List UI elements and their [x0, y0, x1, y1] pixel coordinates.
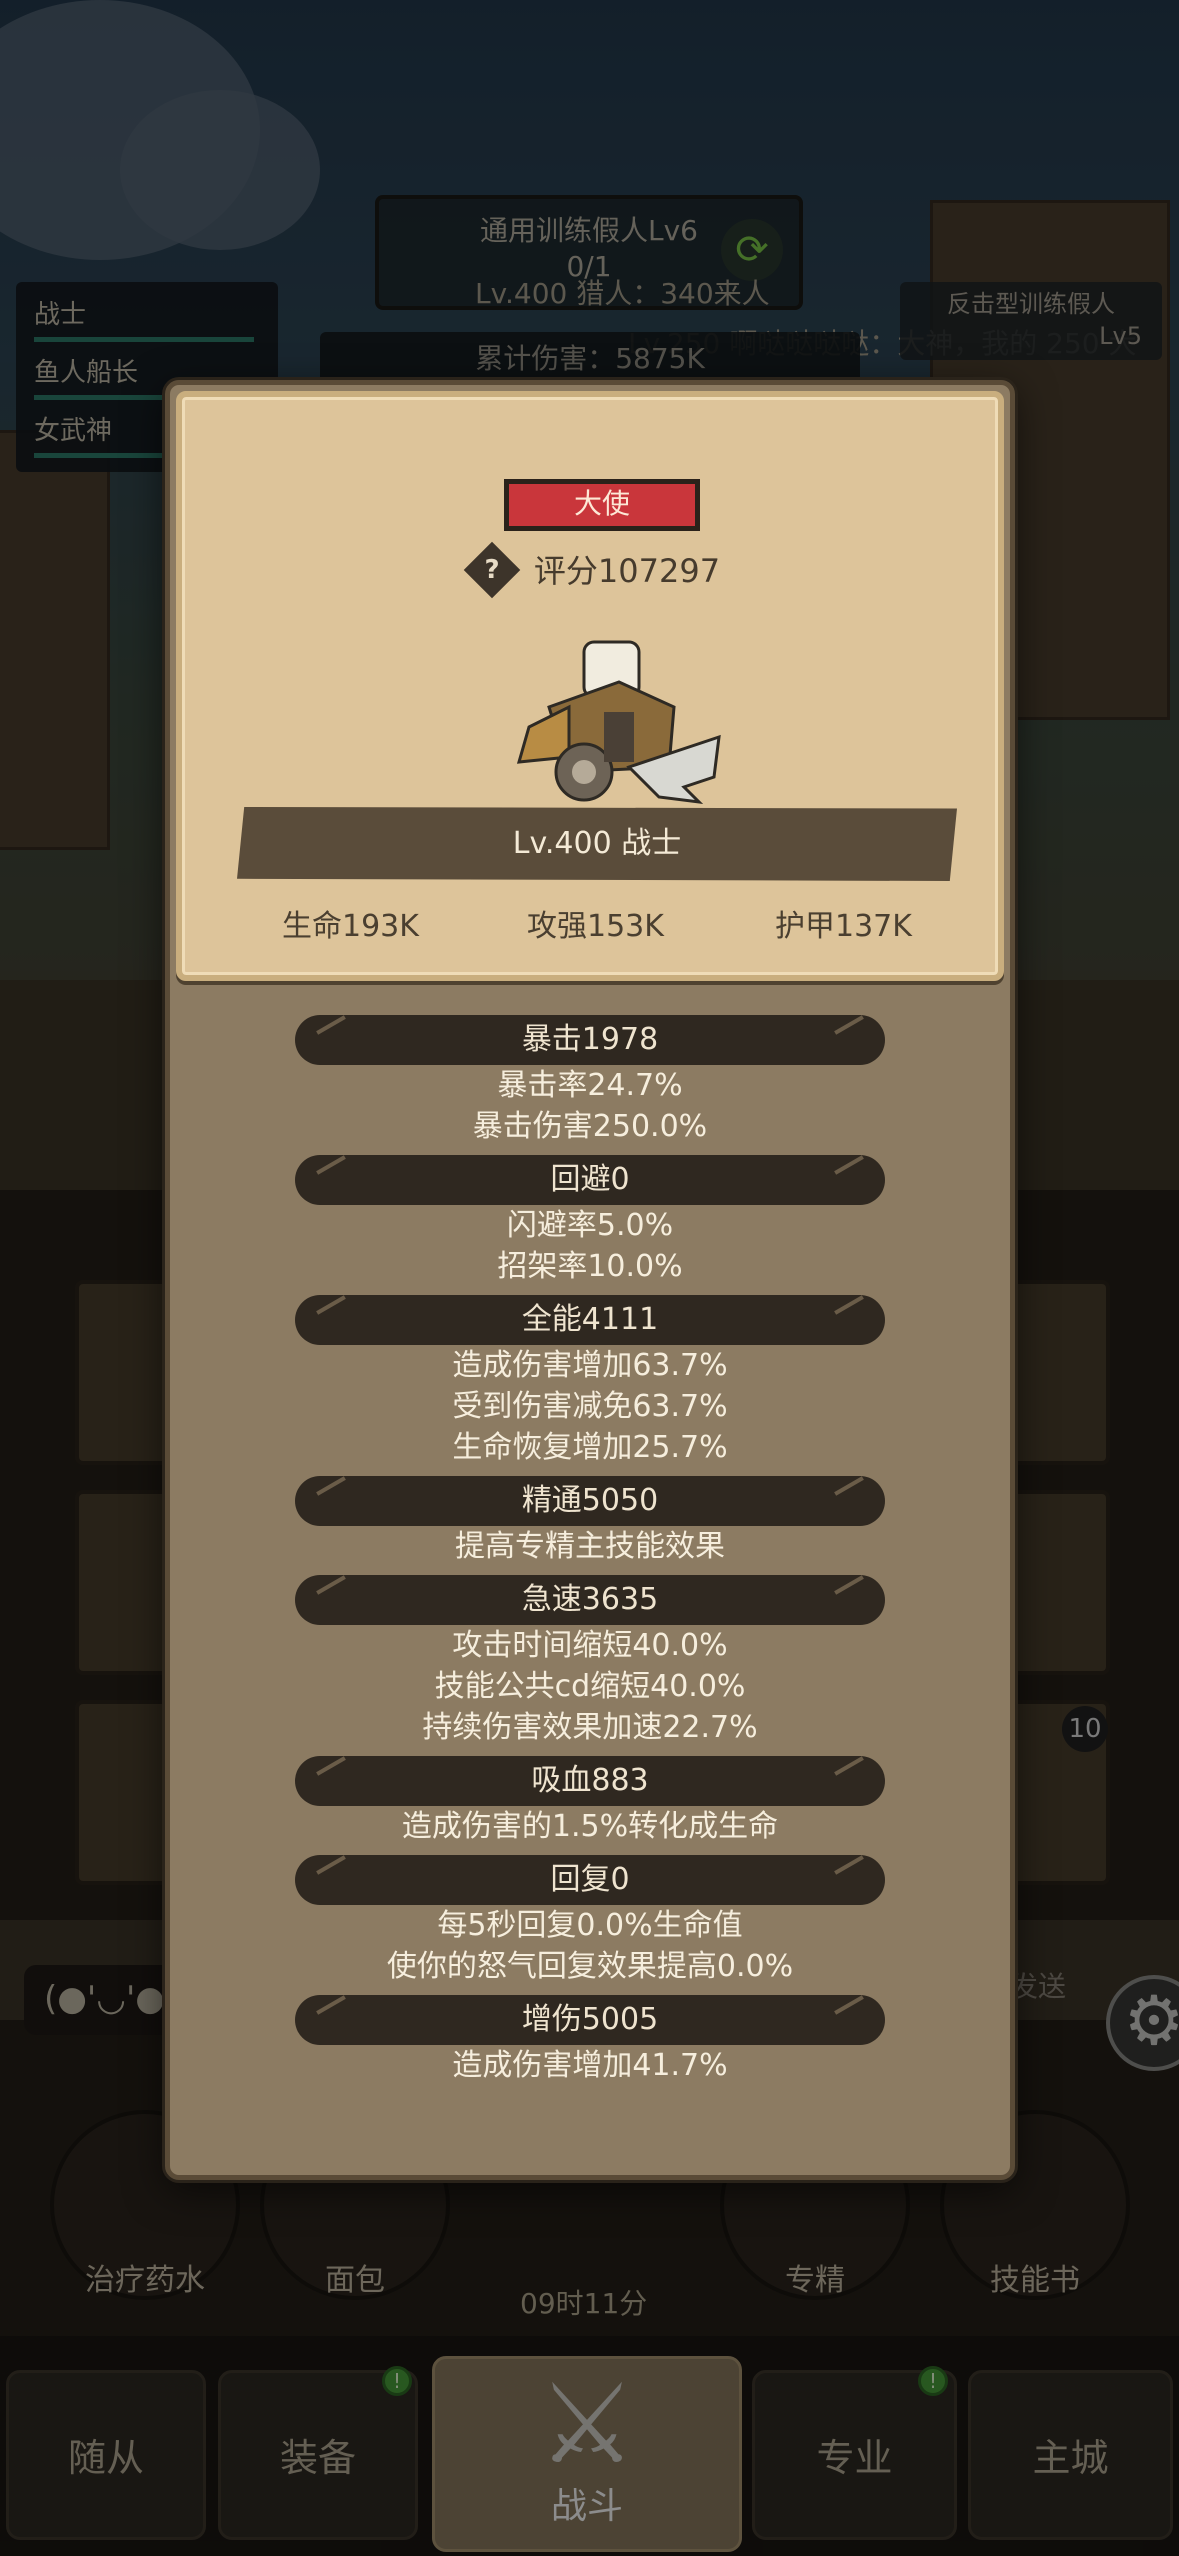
- regen-section: 回复0 每5秒回复0.0%生命值 使你的怒气回复效果提高0.0%: [170, 1855, 1010, 1987]
- haste-section: 急速3635 攻击时间缩短40.0% 技能公共cd缩短40.0% 持续伤害效果加…: [170, 1575, 1010, 1748]
- mastery-section: 精通5050 提高专精主技能效果: [170, 1476, 1010, 1567]
- hero-card: 大使 ? 评分107297 Lv.400 战士 生命193K 攻强153K 护甲1…: [176, 391, 1004, 981]
- damage-bonus-section: 增伤5005 造成伤害增加41.7%: [170, 1995, 1010, 2086]
- avoid-header: 回避0: [295, 1155, 885, 1205]
- stat-line: 使你的怒气回复效果提高0.0%: [386, 1949, 794, 1984]
- stat-line: 技能公共cd缩短40.0%: [434, 1669, 746, 1704]
- level-title: Lv.400 战士: [237, 807, 957, 881]
- stat-line: 暴击率24.7%: [497, 1068, 683, 1103]
- avoid-section: 回避0 闪避率5.0% 招架率10.0%: [170, 1155, 1010, 1287]
- haste-header: 急速3635: [295, 1575, 885, 1625]
- stat-line: 持续伤害效果加速22.7%: [422, 1710, 758, 1745]
- warrior-avatar: [516, 640, 721, 805]
- crit-section: 暴击1978 暴击率24.7% 暴击伤害250.0%: [170, 1015, 1010, 1147]
- stat-line: 提高专精主技能效果: [455, 1529, 725, 1564]
- damage-bonus-header: 增伤5005: [295, 1995, 885, 2045]
- lifesteal-header: 吸血883: [295, 1756, 885, 1806]
- stat-line: 招架率10.0%: [497, 1249, 683, 1284]
- stat-line: 攻击时间缩短40.0%: [452, 1628, 728, 1663]
- stat-line: 闪避率5.0%: [506, 1208, 674, 1243]
- stat-line: 造成伤害增加63.7%: [452, 1348, 728, 1383]
- score-row: ? 评分107297: [182, 541, 1010, 599]
- rank-badge: 大使: [504, 479, 700, 531]
- stat-line: 暴击伤害250.0%: [472, 1109, 708, 1144]
- stat-line: 造成伤害增加41.7%: [452, 2048, 728, 2083]
- attack-stat: 攻强153K: [527, 909, 664, 944]
- regen-header: 回复0: [295, 1855, 885, 1905]
- mastery-header: 精通5050: [295, 1476, 885, 1526]
- stat-line: 每5秒回复0.0%生命值: [437, 1908, 743, 1943]
- hero-stats-popup: 大使 ? 评分107297 Lv.400 战士 生命193K 攻强153K 护甲1…: [165, 380, 1015, 2180]
- armor-stat: 护甲137K: [775, 909, 912, 944]
- stat-line: 造成伤害的1.5%转化成生命: [401, 1809, 779, 1844]
- help-icon[interactable]: ?: [463, 541, 521, 599]
- score-text: 评分107297: [533, 552, 721, 590]
- base-stats: 生命193K 攻强153K 护甲137K: [182, 897, 1010, 957]
- stat-line: 受到伤害减免63.7%: [452, 1389, 728, 1424]
- crit-header: 暴击1978: [295, 1015, 885, 1065]
- stat-line: 生命恢复增加25.7%: [452, 1430, 728, 1465]
- hp-stat: 生命193K: [282, 909, 419, 944]
- lifesteal-section: 吸血883 造成伤害的1.5%转化成生命: [170, 1756, 1010, 1847]
- versatility-section: 全能4111 造成伤害增加63.7% 受到伤害减免63.7% 生命恢复增加25.…: [170, 1295, 1010, 1468]
- versatility-header: 全能4111: [295, 1295, 885, 1345]
